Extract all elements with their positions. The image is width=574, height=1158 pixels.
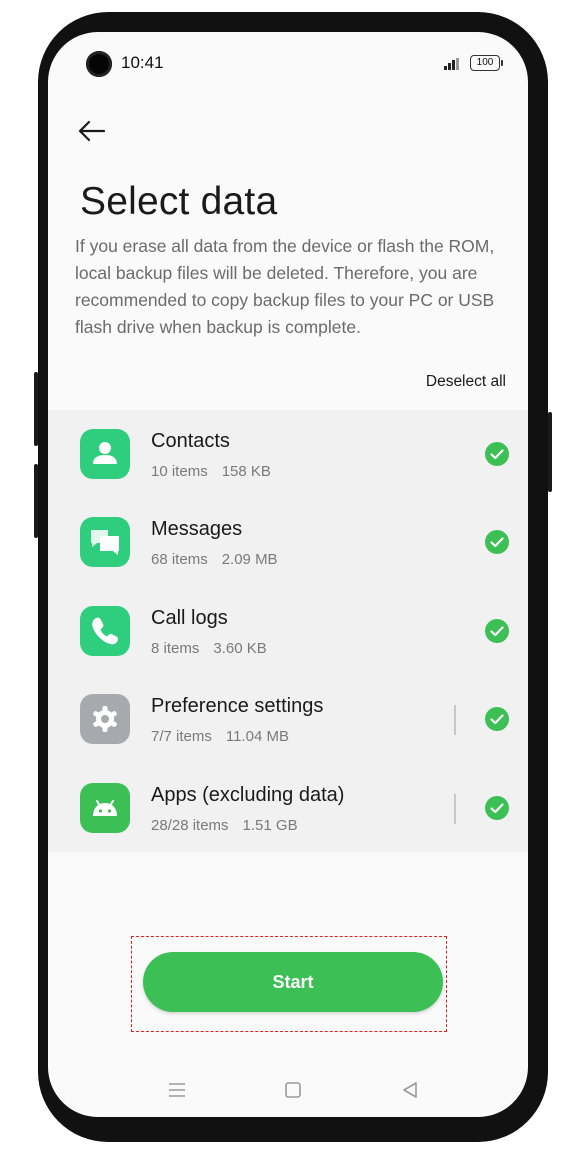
system-nav-bar xyxy=(48,1072,528,1112)
check-circle-icon[interactable] xyxy=(485,442,509,466)
list-item-call-logs[interactable]: Call logs 8 items 3.60 KB xyxy=(48,587,528,675)
volume-button xyxy=(34,372,38,446)
back-triangle-icon[interactable] xyxy=(398,1078,422,1102)
messages-icon xyxy=(80,517,130,567)
item-count: 7/7 items xyxy=(151,728,212,745)
android-icon xyxy=(80,783,130,833)
menu-icon[interactable] xyxy=(165,1078,189,1102)
list-item-apps[interactable]: Apps (excluding data) 28/28 items 1.51 GB xyxy=(48,764,528,852)
item-name: Apps (excluding data) xyxy=(151,784,345,806)
check-circle-icon[interactable] xyxy=(485,707,509,731)
item-count: 28/28 items xyxy=(151,817,229,834)
item-divider xyxy=(454,705,456,735)
list-item-preference-settings[interactable]: Preference settings 7/7 items 11.04 MB xyxy=(48,675,528,763)
phone-icon xyxy=(80,606,130,656)
check-circle-icon[interactable] xyxy=(485,796,509,820)
deselect-all-button[interactable]: Deselect all xyxy=(426,373,506,391)
check-circle-icon[interactable] xyxy=(485,530,509,554)
item-size: 158 KB xyxy=(221,463,271,480)
list-item-messages[interactable]: Messages 68 items 2.09 MB xyxy=(48,498,528,586)
item-name: Call logs xyxy=(151,607,228,629)
item-name: Contacts xyxy=(151,430,230,452)
volume-button xyxy=(34,464,38,538)
item-count: 8 items xyxy=(151,640,200,657)
item-name: Messages xyxy=(151,518,243,540)
phone-screen: 10:41 100 Select data If you erase all d… xyxy=(48,32,528,1117)
item-size: 3.60 KB xyxy=(213,640,267,657)
check-circle-icon[interactable] xyxy=(485,619,509,643)
item-size: 2.09 MB xyxy=(221,551,278,568)
contacts-icon xyxy=(80,429,130,479)
signal-icon xyxy=(444,58,460,70)
back-button[interactable] xyxy=(74,116,110,146)
item-meta: 8 items 3.60 KB xyxy=(151,640,267,657)
status-time: 10:41 xyxy=(121,53,164,72)
settings-gear-icon xyxy=(80,694,130,744)
item-meta: 7/7 items 11.04 MB xyxy=(151,728,289,745)
page-title: Select data xyxy=(80,180,278,223)
list-item-contacts[interactable]: Contacts 10 items 158 KB xyxy=(48,410,528,498)
item-size: 1.51 GB xyxy=(242,817,298,834)
item-meta: 10 items 158 KB xyxy=(151,463,271,480)
front-camera xyxy=(86,51,112,77)
home-icon[interactable] xyxy=(281,1078,305,1102)
item-meta: 68 items 2.09 MB xyxy=(151,551,278,568)
item-size: 11.04 MB xyxy=(225,728,289,745)
item-divider xyxy=(454,794,456,824)
item-meta: 28/28 items 1.51 GB xyxy=(151,817,298,834)
battery-icon: 100 xyxy=(470,55,503,71)
power-button xyxy=(548,412,552,492)
item-name: Preference settings xyxy=(151,695,324,717)
data-list: Contacts 10 items 158 KB Messages 68 item… xyxy=(48,410,528,852)
item-count: 68 items xyxy=(151,551,208,568)
start-button[interactable]: Start xyxy=(143,952,443,1012)
item-count: 10 items xyxy=(151,463,208,480)
arrow-left-icon xyxy=(78,120,106,142)
page-description: If you erase all data from the device or… xyxy=(75,236,495,337)
